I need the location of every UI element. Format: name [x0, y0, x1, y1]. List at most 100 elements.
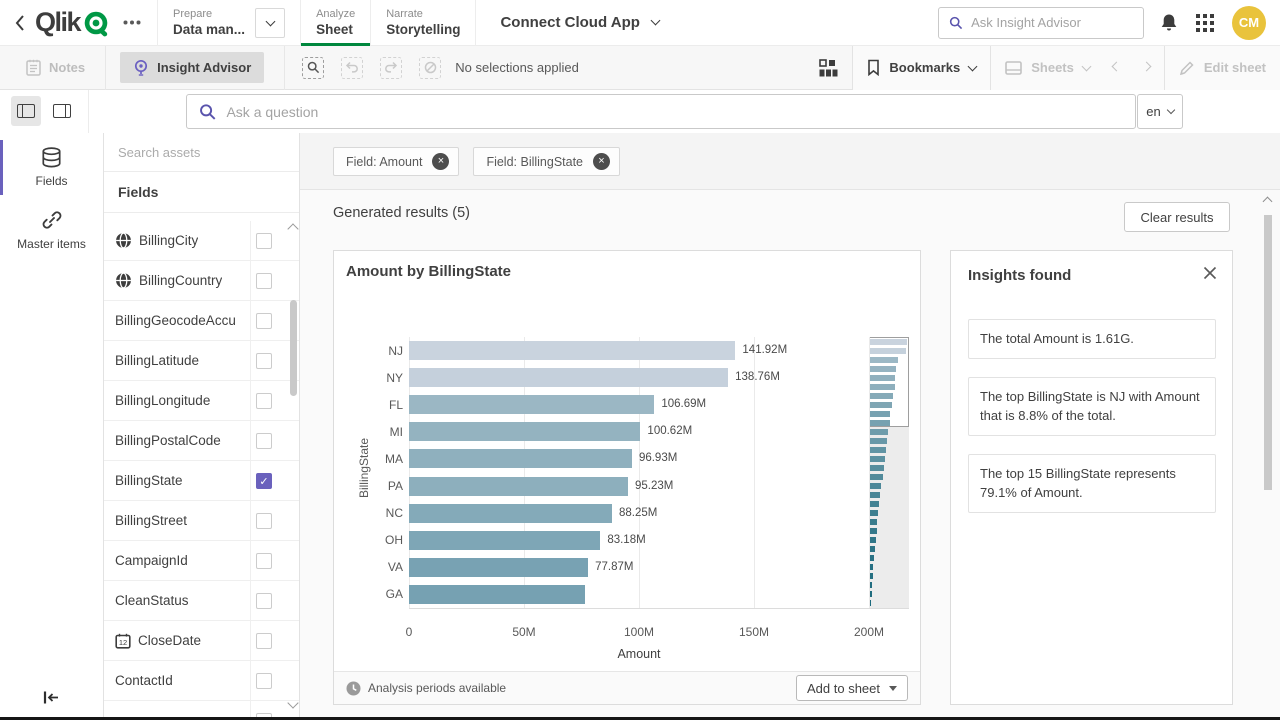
- field-label: BillingLongitude: [115, 393, 210, 408]
- bookmarks-section: Bookmarks: [852, 46, 990, 90]
- right-panel-toggle[interactable]: [47, 96, 77, 126]
- insight-advisor-search-input[interactable]: [971, 15, 1133, 30]
- field-list-item[interactable]: CleanStatus: [104, 581, 299, 621]
- tab-main-label: Sheet: [316, 22, 355, 37]
- bar[interactable]: [409, 368, 728, 387]
- scrollbar-thumb[interactable]: [1264, 215, 1272, 490]
- language-select[interactable]: en: [1137, 94, 1183, 129]
- add-to-sheet-button[interactable]: Add to sheet: [796, 675, 908, 701]
- insight-card[interactable]: The top BillingState is NJ with Amount t…: [968, 377, 1216, 436]
- tab-narrate[interactable]: Narrate Storytelling: [371, 0, 476, 46]
- field-list-item[interactable]: BillingGeocodeAccura...: [104, 301, 299, 341]
- edit-sheet-button[interactable]: Edit sheet: [1179, 60, 1266, 76]
- field-checkbox[interactable]: [256, 233, 272, 249]
- search-assets-input[interactable]: [104, 133, 299, 172]
- qlik-sense-app: Qlik Prepare Data man...: [0, 0, 1280, 720]
- bell-icon: [1160, 13, 1178, 32]
- field-list-item[interactable]: [104, 701, 299, 717]
- back-button[interactable]: [14, 14, 25, 32]
- more-menu-button[interactable]: [123, 20, 141, 25]
- next-sheet-button[interactable]: [1143, 66, 1150, 70]
- app-launcher-button[interactable]: [1196, 14, 1214, 32]
- assets-scrollbar[interactable]: [290, 300, 297, 396]
- bar[interactable]: [409, 504, 612, 523]
- bar[interactable]: [409, 531, 600, 550]
- previous-sheet-button[interactable]: [1113, 66, 1120, 70]
- sidebar-item-fields[interactable]: Fields: [0, 140, 103, 195]
- bar[interactable]: [409, 449, 632, 468]
- insight-card[interactable]: The top 15 BillingState represents 79.1%…: [968, 454, 1216, 513]
- x-axis-tick: 150M: [732, 625, 776, 639]
- field-list-item[interactable]: BillingCountry: [104, 261, 299, 301]
- grid-view-button[interactable]: [819, 59, 838, 77]
- grid-view-icon: [819, 59, 838, 77]
- field-checkbox[interactable]: [256, 673, 272, 689]
- field-list-item[interactable]: 12CloseDate: [104, 621, 299, 661]
- filter-chip[interactable]: Field: Amount×: [333, 147, 459, 176]
- minimap-viewport[interactable]: [869, 337, 909, 427]
- field-checkbox[interactable]: [256, 273, 272, 289]
- field-list-item[interactable]: CampaignId: [104, 541, 299, 581]
- collapse-left-icon: [42, 690, 60, 705]
- left-panel-toggle[interactable]: [11, 96, 41, 126]
- collapse-panel-button[interactable]: [42, 690, 60, 705]
- bar[interactable]: [409, 585, 585, 604]
- field-checkbox[interactable]: [256, 553, 272, 569]
- user-avatar[interactable]: CM: [1232, 6, 1266, 40]
- notes-button[interactable]: Notes: [26, 59, 85, 76]
- tab-prepare[interactable]: Prepare Data man...: [158, 0, 301, 46]
- tab-main-label: Storytelling: [386, 22, 460, 37]
- scroll-up-icon[interactable]: [1263, 197, 1273, 207]
- field-list-item[interactable]: ContactId: [104, 661, 299, 701]
- field-label: BillingPostalCode: [115, 433, 221, 448]
- chip-remove-icon[interactable]: ×: [593, 153, 610, 170]
- main-scrollbar[interactable]: [1263, 195, 1273, 717]
- tab-analyze[interactable]: Analyze Sheet: [301, 0, 371, 46]
- insight-card[interactable]: The total Amount is 1.61G.: [968, 319, 1216, 359]
- search-selections-button[interactable]: [302, 57, 324, 79]
- ask-question-search[interactable]: [186, 94, 1136, 129]
- sheets-button[interactable]: Sheets: [1005, 60, 1090, 75]
- notifications-button[interactable]: [1160, 13, 1178, 32]
- sidebar-item-master-items[interactable]: Master items: [0, 202, 103, 257]
- field-checkbox[interactable]: [256, 393, 272, 409]
- chart-minimap[interactable]: [869, 337, 909, 608]
- bar[interactable]: [409, 341, 735, 360]
- field-list-item[interactable]: BillingStreet: [104, 501, 299, 541]
- chip-remove-icon[interactable]: ×: [432, 153, 449, 170]
- field-checkbox[interactable]: [256, 513, 272, 529]
- field-list-item[interactable]: BillingLatitude: [104, 341, 299, 381]
- clear-selections-button[interactable]: [419, 57, 441, 79]
- field-list-item[interactable]: BillingPostalCode: [104, 421, 299, 461]
- field-label: CampaignId: [115, 553, 188, 568]
- field-checkbox[interactable]: [256, 353, 272, 369]
- insight-advisor-search[interactable]: [938, 7, 1144, 39]
- bar[interactable]: [409, 477, 628, 496]
- undo-selection-button[interactable]: [341, 57, 363, 79]
- chart-card[interactable]: Amount by BillingState BillingState NJ14…: [333, 250, 921, 705]
- bar[interactable]: [409, 395, 654, 414]
- bar[interactable]: [409, 558, 588, 577]
- app-switcher[interactable]: Connect Cloud App: [500, 14, 658, 31]
- field-list-item[interactable]: BillingCity: [104, 221, 299, 261]
- field-checkbox[interactable]: ✓: [256, 473, 272, 489]
- field-checkbox[interactable]: [256, 313, 272, 329]
- field-checkbox[interactable]: [256, 433, 272, 449]
- clear-results-button[interactable]: Clear results: [1124, 202, 1230, 232]
- filter-chip[interactable]: Field: BillingState×: [473, 147, 620, 176]
- prepare-dropdown-button[interactable]: [255, 8, 285, 38]
- field-label: ContactId: [115, 673, 173, 688]
- field-list-item[interactable]: BillingState✓: [104, 461, 299, 501]
- field-list-item[interactable]: BillingLongitude: [104, 381, 299, 421]
- bookmarks-button[interactable]: Bookmarks: [867, 59, 976, 76]
- bar-value-label: 95.23M: [635, 480, 673, 492]
- insights-close-button[interactable]: [1203, 266, 1217, 280]
- category-label: PA: [363, 479, 403, 493]
- field-checkbox[interactable]: [256, 633, 272, 649]
- bar[interactable]: [409, 422, 640, 441]
- qlik-logo[interactable]: Qlik: [35, 9, 111, 37]
- field-checkbox[interactable]: [256, 593, 272, 609]
- redo-selection-button[interactable]: [380, 57, 402, 79]
- ask-question-input[interactable]: [226, 104, 1123, 120]
- insight-advisor-button[interactable]: Insight Advisor: [120, 52, 264, 83]
